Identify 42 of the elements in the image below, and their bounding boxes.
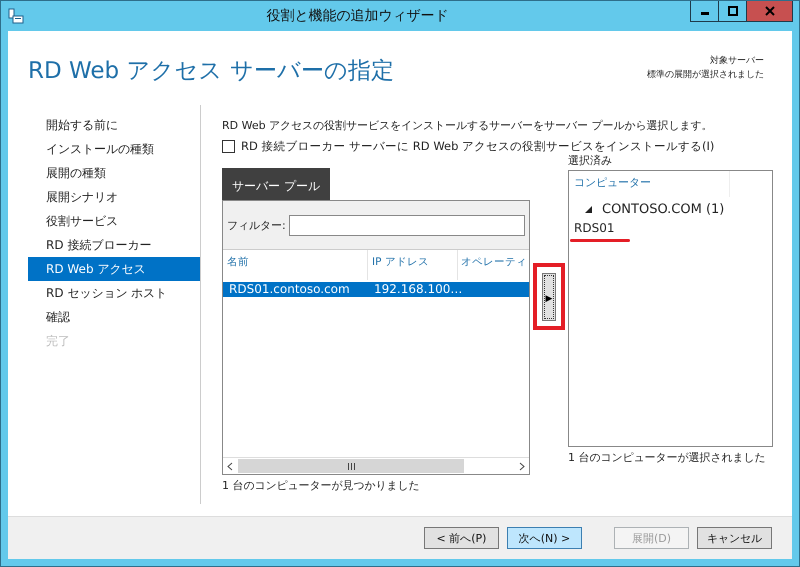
page-title: RD Web アクセス サーバーの指定	[28, 57, 394, 86]
description-text: RD Web アクセスの役割サービスをインストールするサーバーをサーバー プールから選択します。	[222, 118, 714, 133]
column-header[interactable]: コンピューター	[574, 171, 729, 195]
step-item[interactable]: 展開の種類	[28, 161, 200, 185]
status-text: 1 台のコンピューターが見つかりました	[222, 478, 420, 493]
horizontal-scrollbar[interactable]	[223, 457, 529, 474]
wizard-button[interactable]: キャンセル	[697, 527, 772, 549]
table-cell-text: RDS01.contoso.com	[228, 282, 351, 297]
filter-field[interactable]	[288, 214, 525, 236]
group-label[interactable]: CONTOSO.COM (1)	[602, 202, 724, 216]
column-header[interactable]: 名前	[223, 250, 368, 280]
expanded-icon[interactable]	[585, 206, 592, 212]
checkbox-label[interactable]: RD 接続ブローカー サーバーに RD Web アクセスの役割サービスをインストールする(I)	[241, 139, 714, 154]
step-item[interactable]: RD Web アクセス	[28, 257, 200, 281]
close-icon[interactable]	[764, 6, 774, 16]
step-item[interactable]: インストールの種類	[28, 137, 200, 161]
selected-title: 選択済み	[568, 153, 613, 169]
maximize-icon[interactable]	[728, 6, 738, 16]
computer-item[interactable]: RDS01	[569, 221, 772, 237]
close-button[interactable]	[746, 1, 793, 22]
target-server-value: 標準の展開が選択されました	[647, 68, 764, 82]
step-item[interactable]: 役割サービス	[28, 209, 200, 233]
add-button[interactable]: ▶	[542, 272, 556, 320]
wizard-app-icon	[8, 8, 24, 24]
column-header[interactable]: IP アドレス	[368, 250, 458, 280]
checkbox[interactable]	[222, 140, 235, 153]
column-header[interactable]: オペレーティ	[458, 250, 529, 280]
status-text: 1 台のコンピューターが選択されました	[568, 450, 766, 465]
server-pool-tab[interactable]: サーバー プール	[222, 168, 330, 200]
wizard-button[interactable]: 次へ(N) >	[507, 527, 582, 549]
step-item[interactable]: 確認	[28, 305, 200, 329]
filter-label: フィルター:	[227, 218, 286, 232]
minimize-button[interactable]	[690, 1, 719, 22]
scroll-thumb[interactable]	[238, 459, 464, 473]
table-row[interactable]: RDS01.contoso.com 192.168.100…	[223, 282, 529, 297]
step-item[interactable]: RD 接続ブローカー	[28, 233, 200, 257]
target-server-label: 対象サーバー	[709, 54, 764, 68]
window-title: 役割と機能の追加ウィザード	[266, 7, 450, 25]
wizard-button[interactable]: < 前へ(P)	[424, 527, 499, 549]
step-item[interactable]: 展開シナリオ	[28, 185, 200, 209]
step-item[interactable]: RD セッション ホスト	[28, 281, 200, 305]
step-item[interactable]: 開始する前に	[28, 113, 200, 137]
